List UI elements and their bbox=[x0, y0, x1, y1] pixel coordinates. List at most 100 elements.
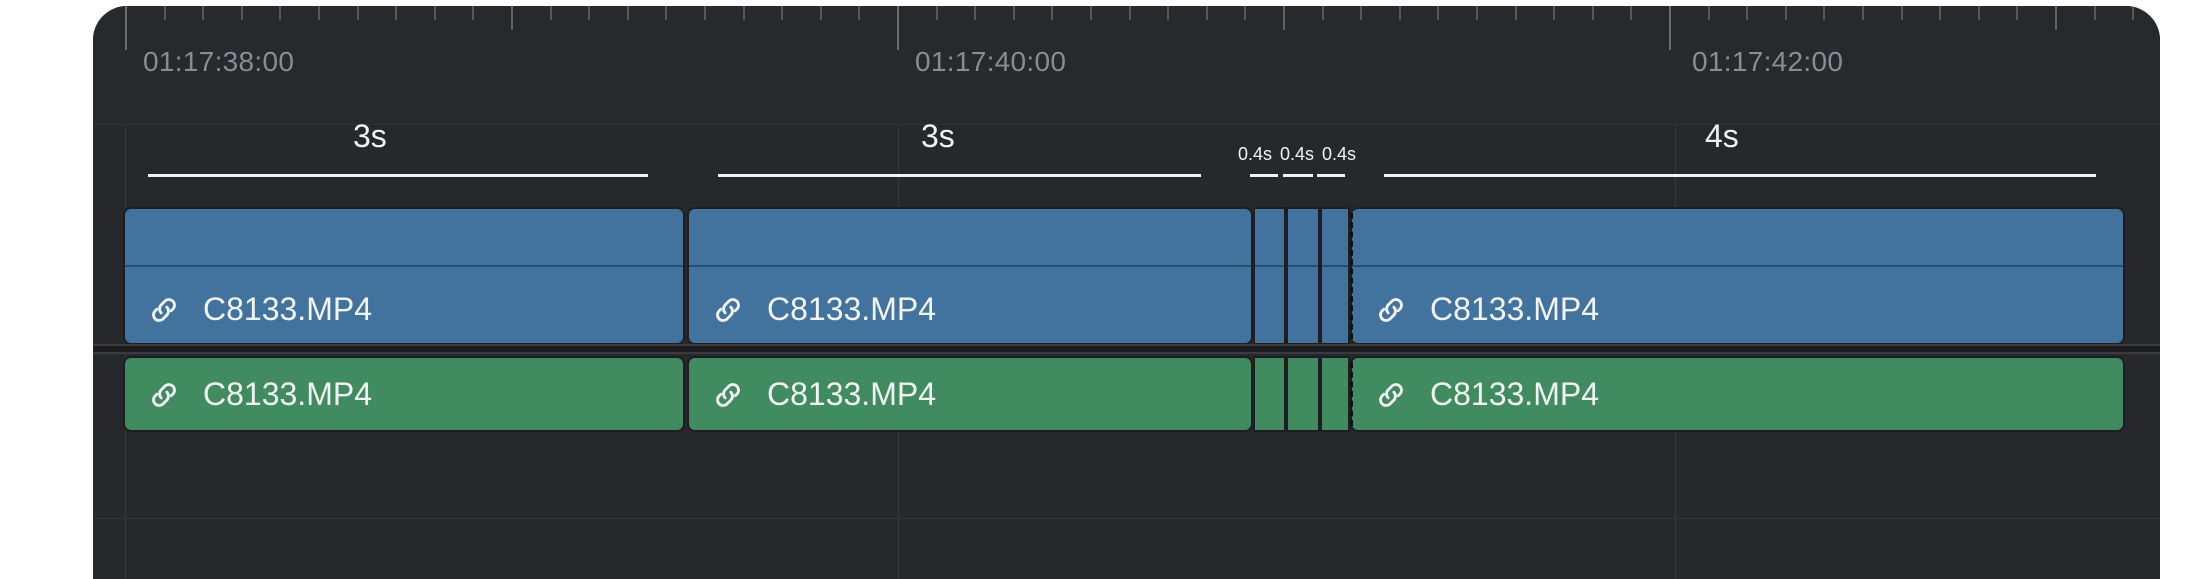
clip-label: C8133.MP4 bbox=[147, 291, 372, 328]
clip-header-divider bbox=[125, 265, 683, 267]
ruler-tick bbox=[395, 6, 398, 20]
ruler-tick bbox=[1630, 6, 1633, 20]
link-icon bbox=[716, 382, 740, 407]
duration-bar bbox=[1250, 174, 1278, 177]
clip-name: C8133.MP4 bbox=[1430, 291, 1599, 327]
duration-bar bbox=[1317, 174, 1345, 177]
ruler-tick bbox=[125, 6, 127, 50]
grid-line bbox=[93, 124, 2160, 125]
ruler-tick bbox=[781, 6, 784, 20]
ruler-tick bbox=[1128, 6, 1131, 20]
duration-label: 3s bbox=[921, 118, 955, 154]
ruler-tick bbox=[897, 6, 899, 50]
link-icon bbox=[152, 382, 176, 407]
link-icon bbox=[1379, 297, 1403, 322]
timecode-label: 01:17:38:00 bbox=[143, 46, 295, 77]
ruler-tick bbox=[1205, 6, 1208, 20]
ruler-tick bbox=[1514, 6, 1517, 20]
ruler-tick bbox=[1360, 6, 1363, 20]
clip-name: C8133.MP4 bbox=[1430, 376, 1599, 412]
ruler-tick bbox=[1939, 6, 1942, 20]
ruler-tick bbox=[1746, 6, 1749, 20]
ruler-tick bbox=[935, 6, 938, 20]
edit-point-marker bbox=[1350, 362, 1353, 426]
ruler-tick bbox=[1784, 6, 1787, 20]
link-icon bbox=[1379, 382, 1403, 407]
ruler-tick bbox=[1090, 6, 1092, 20]
duration-label: 3s bbox=[353, 118, 387, 154]
ruler-tick bbox=[1167, 6, 1170, 20]
audio-clip-short[interactable] bbox=[1253, 356, 1286, 432]
clip-header-divider bbox=[1255, 265, 1284, 267]
duration-label: 0.4s bbox=[1238, 144, 1273, 164]
clip-header-divider bbox=[1288, 265, 1318, 267]
timecode-label: 01:17:40:00 bbox=[915, 46, 1067, 77]
ruler-tick bbox=[1900, 6, 1903, 20]
grid-line bbox=[93, 518, 2160, 519]
ruler-tick bbox=[318, 6, 320, 20]
video-clip-short[interactable] bbox=[1286, 207, 1320, 345]
ruler-tick bbox=[1244, 6, 1247, 20]
ruler-tick bbox=[1977, 6, 1980, 20]
duration-bar bbox=[1384, 174, 2096, 177]
clip-header-divider bbox=[1352, 265, 2123, 267]
clip-label: C8133.MP4 bbox=[147, 376, 372, 413]
ruler-tick bbox=[1591, 6, 1594, 20]
video-clip[interactable]: C8133.MP4 bbox=[1350, 207, 2125, 345]
ruler-tick bbox=[974, 6, 977, 20]
ruler-tick bbox=[742, 6, 745, 20]
ruler-tick bbox=[549, 6, 552, 20]
ruler-tick bbox=[1823, 6, 1826, 20]
ruler-tick bbox=[1398, 6, 1401, 20]
ruler-tick bbox=[819, 6, 822, 20]
duration-label: 4s bbox=[1705, 118, 1739, 154]
edit-point-marker bbox=[1350, 213, 1353, 339]
ruler-tick bbox=[1669, 6, 1671, 50]
ruler-tick bbox=[2016, 6, 2019, 20]
clip-name: C8133.MP4 bbox=[767, 291, 936, 327]
audio-clip-short[interactable] bbox=[1286, 356, 1320, 432]
link-icon bbox=[716, 297, 740, 322]
clip-header-divider bbox=[689, 265, 1251, 267]
ruler-tick bbox=[1321, 6, 1324, 20]
ruler-tick bbox=[472, 6, 475, 20]
duration-bar bbox=[148, 174, 648, 177]
ruler-tick bbox=[202, 6, 205, 20]
ruler-tick bbox=[588, 6, 591, 20]
ruler-tick bbox=[2055, 6, 2057, 30]
ruler-tick bbox=[704, 6, 706, 20]
audio-clip-short[interactable] bbox=[1320, 356, 1350, 432]
ruler-tick bbox=[1862, 6, 1864, 20]
clip-label: C8133.MP4 bbox=[1374, 291, 1599, 328]
clip-label: C8133.MP4 bbox=[1374, 376, 1599, 413]
audio-clip[interactable]: C8133.MP4 bbox=[1350, 356, 2125, 432]
audio-clip[interactable]: C8133.MP4 bbox=[123, 356, 685, 432]
video-clip[interactable]: C8133.MP4 bbox=[123, 207, 685, 345]
track-divider bbox=[93, 344, 2160, 354]
ruler-tick bbox=[433, 6, 436, 20]
ruler-tick bbox=[2093, 6, 2096, 20]
audio-clip[interactable]: C8133.MP4 bbox=[687, 356, 1253, 432]
duration-label: 0.4s bbox=[1322, 144, 1357, 164]
ruler-tick bbox=[2132, 6, 2135, 20]
video-clip-short[interactable] bbox=[1253, 207, 1286, 345]
clip-label: C8133.MP4 bbox=[711, 376, 936, 413]
duration-bar bbox=[1283, 174, 1313, 177]
duration-label: 0.4s bbox=[1280, 144, 1315, 164]
ruler-tick bbox=[665, 6, 668, 20]
clip-name: C8133.MP4 bbox=[203, 376, 372, 412]
ruler-tick bbox=[626, 6, 629, 20]
video-clip[interactable]: C8133.MP4 bbox=[687, 207, 1253, 345]
ruler-tick bbox=[858, 6, 861, 20]
duration-bar bbox=[718, 174, 1201, 177]
link-icon bbox=[152, 297, 176, 322]
ruler-tick bbox=[1051, 6, 1054, 20]
timeline-panel: 01:17:38:00 01:17:40:00 01:17:42:00 3s 3… bbox=[93, 6, 2160, 579]
timecode-ruler[interactable]: 01:17:38:00 01:17:40:00 01:17:42:00 bbox=[93, 6, 2160, 124]
video-clip-short[interactable] bbox=[1320, 207, 1350, 345]
ruler-tick bbox=[1476, 6, 1478, 20]
clip-name: C8133.MP4 bbox=[767, 376, 936, 412]
clip-header-divider bbox=[1322, 265, 1348, 267]
clip-name: C8133.MP4 bbox=[203, 291, 372, 327]
ruler-tick bbox=[1283, 6, 1285, 30]
